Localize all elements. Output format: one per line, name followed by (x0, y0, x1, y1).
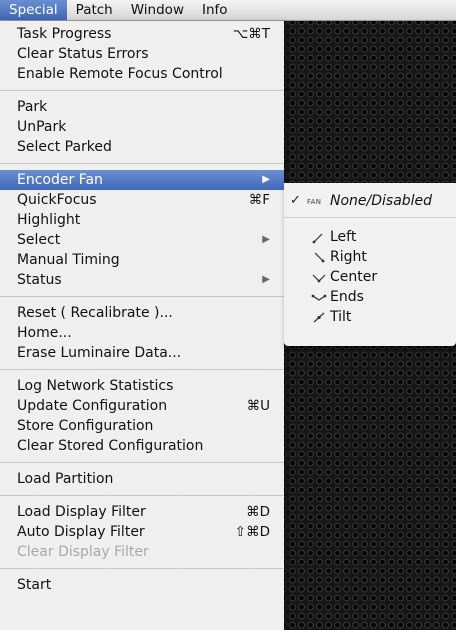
submenu-arrow-icon: ▶ (262, 174, 270, 185)
menu-separator (284, 217, 456, 218)
menu-item-log-network-statistics[interactable]: Log Network Statistics (0, 376, 284, 396)
menu-item-park[interactable]: Park (0, 97, 284, 117)
menubar-special[interactable]: Special (0, 0, 67, 20)
menu-separator (0, 462, 284, 463)
shortcut-label: ⌘U (246, 398, 270, 414)
menu-item-clear-status-errors[interactable]: Clear Status Errors (0, 44, 284, 64)
menu-item-select[interactable]: Select ▶ (0, 230, 284, 250)
shortcut-label: ⌘F (248, 192, 270, 208)
menu-item-load-display-filter[interactable]: Load Display Filter ⌘D (0, 502, 284, 522)
menu-item-label: Log Network Statistics (17, 378, 174, 394)
menu-item-label: Park (17, 99, 48, 115)
menu-item-label: Encoder Fan (17, 172, 103, 188)
menubar-info[interactable]: Info (193, 0, 237, 20)
menu-item-label: Clear Status Errors (17, 46, 149, 62)
menu-separator (0, 296, 284, 297)
menu-item-clear-stored-configuration[interactable]: Clear Stored Configuration (0, 436, 284, 456)
submenu-item-label: Ends (330, 289, 364, 305)
menubar-patch[interactable]: Patch (67, 0, 122, 20)
menu-item-label: Load Display Filter (17, 504, 146, 520)
fan-ends-icon (311, 290, 327, 304)
menu-item-label: Auto Display Filter (17, 524, 145, 540)
menu-bar: Special Patch Window Info (0, 0, 456, 21)
menu-item-manual-timing[interactable]: Manual Timing (0, 250, 284, 270)
submenu-item-label: None/Disabled (330, 193, 433, 209)
menu-item-label: Highlight (17, 212, 81, 228)
menu-item-task-progress[interactable]: Task Progress ⌥⌘T (0, 24, 284, 44)
menu-item-label: Enable Remote Focus Control (17, 66, 223, 82)
menu-item-auto-display-filter[interactable]: Auto Display Filter ⇧⌘D (0, 522, 284, 542)
menu-item-label: Update Configuration (17, 398, 168, 414)
menu-item-start[interactable]: Start (0, 575, 284, 595)
menu-item-label: Select (17, 232, 61, 248)
menu-item-clear-display-filter: Clear Display Filter (0, 542, 284, 562)
submenu-item-tilt[interactable]: Tilt (284, 307, 456, 327)
submenu-item-label: Tilt (330, 309, 352, 325)
menu-item-highlight[interactable]: Highlight (0, 210, 284, 230)
menu-item-encoder-fan[interactable]: Encoder Fan ▶ (0, 170, 284, 190)
submenu-item-none-disabled[interactable]: ✓ FAN None/Disabled (284, 191, 456, 211)
menu-item-label: Erase Luminaire Data... (17, 345, 182, 361)
fan-center-icon (311, 270, 327, 284)
menu-item-store-configuration[interactable]: Store Configuration (0, 416, 284, 436)
submenu-item-left[interactable]: Left (284, 227, 456, 247)
menu-item-label: Store Configuration (17, 418, 154, 434)
menu-item-select-parked[interactable]: Select Parked (0, 137, 284, 157)
menu-item-update-configuration[interactable]: Update Configuration ⌘U (0, 396, 284, 416)
submenu-item-center[interactable]: Center (284, 267, 456, 287)
menu-item-label: QuickFocus (17, 192, 97, 208)
shortcut-label: ⇧⌘D (234, 524, 270, 540)
menu-item-label: Reset ( Recalibrate )... (17, 305, 173, 321)
fan-right-icon (311, 250, 327, 264)
menu-item-load-partition[interactable]: Load Partition (0, 469, 284, 489)
menu-item-label: Manual Timing (17, 252, 120, 268)
menu-item-label: Start (17, 577, 52, 593)
menu-item-home[interactable]: Home... (0, 323, 284, 343)
menu-separator (0, 495, 284, 496)
fan-text-icon: FAN (307, 198, 322, 206)
menu-item-label: Home... (17, 325, 72, 341)
fan-left-icon (311, 230, 327, 244)
menu-item-label: Select Parked (17, 139, 112, 155)
menu-item-reset-recalibrate[interactable]: Reset ( Recalibrate )... (0, 303, 284, 323)
menu-separator (0, 163, 284, 164)
menu-item-label: Clear Display Filter (17, 544, 149, 560)
submenu-arrow-icon: ▶ (262, 234, 270, 245)
menu-item-erase-luminaire-data[interactable]: Erase Luminaire Data... (0, 343, 284, 363)
fan-tilt-icon (311, 310, 327, 324)
menu-item-label: Clear Stored Configuration (17, 438, 204, 454)
menu-item-status[interactable]: Status ▶ (0, 270, 284, 290)
menu-separator (0, 90, 284, 91)
submenu-arrow-icon: ▶ (262, 274, 270, 285)
menu-item-label: Status (17, 272, 62, 288)
menu-separator (0, 369, 284, 370)
submenu-item-right[interactable]: Right (284, 247, 456, 267)
shortcut-label: ⌘D (246, 504, 270, 520)
menu-item-label: Task Progress (17, 26, 112, 42)
menu-item-label: UnPark (17, 119, 67, 135)
menu-item-unpark[interactable]: UnPark (0, 117, 284, 137)
menu-item-quickfocus[interactable]: QuickFocus ⌘F (0, 190, 284, 210)
submenu-item-label: Right (330, 249, 367, 265)
submenu-item-ends[interactable]: Ends (284, 287, 456, 307)
menu-item-enable-remote-focus-control[interactable]: Enable Remote Focus Control (0, 64, 284, 84)
menubar-window[interactable]: Window (122, 0, 193, 20)
checkmark-icon: ✓ (290, 193, 301, 208)
submenu-item-label: Center (330, 269, 378, 285)
submenu-item-label: Left (330, 229, 357, 245)
menu-item-label: Load Partition (17, 471, 114, 487)
menu-separator (0, 568, 284, 569)
special-menu: Task Progress ⌥⌘T Clear Status Errors Enabl… (0, 21, 284, 630)
encoder-fan-submenu: ✓ FAN None/Disabled Left Right Center Ends Tilt (284, 183, 456, 346)
shortcut-label: ⌥⌘T (232, 26, 270, 42)
